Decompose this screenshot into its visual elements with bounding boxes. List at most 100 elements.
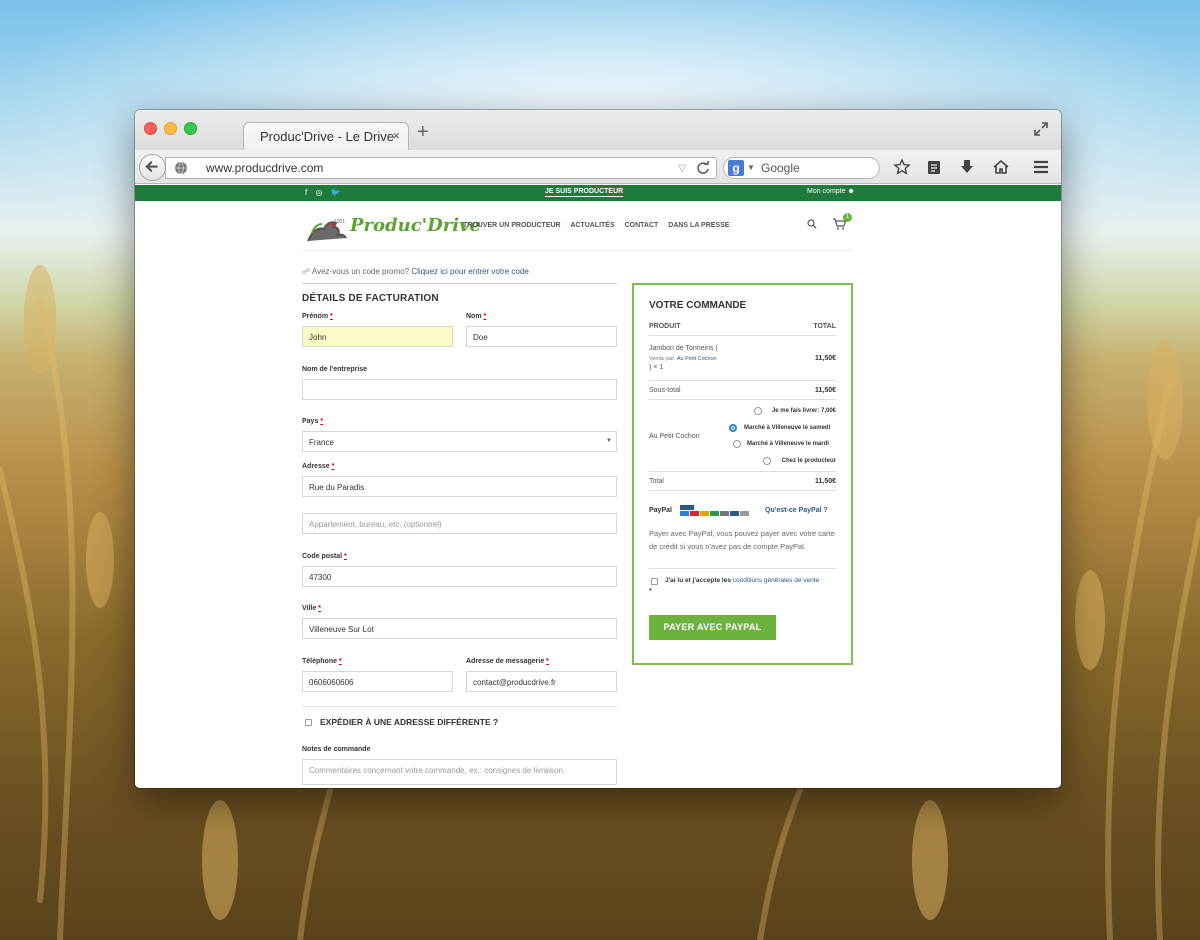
country-label: Pays * [302,418,324,425]
promo-text: Avez-vous un code promo? [311,267,410,276]
title-bar: Produc'Drive - Le Drive × + [135,110,1061,150]
google-icon[interactable]: g [728,160,744,176]
total-label: Total [649,478,664,485]
site-header: 1001 Produc'Drive TROUVER UN PRODUCTEUR … [302,201,853,251]
promo-code-link[interactable]: Cliquez ici pour entrer votre code [411,267,528,276]
order-summary: VOTRE COMMANDE PRODUIT TOTAL Jambon de T… [632,283,853,665]
phone-field[interactable]: 0606060606 [302,671,453,692]
shipping-option-tuesday[interactable]: Marché à Villeneuve le mardi [747,441,829,447]
address-field[interactable]: Rue du Paradis [302,476,617,497]
back-button[interactable] [139,154,166,181]
paypal-cards-icon [680,505,749,516]
rooster-logo-icon[interactable] [304,211,356,245]
download-icon[interactable] [958,158,976,176]
cart-count-badge: 1 [843,213,852,222]
last-name-label: Nom * [466,313,487,320]
shipping-option-producer[interactable]: Chez le producteur [782,458,836,464]
search-placeholder: Google [761,161,800,175]
fullscreen-icon[interactable] [1033,121,1049,137]
tab-close-icon[interactable]: × [392,128,400,143]
bookmark-star-icon[interactable] [893,158,911,176]
terms-label[interactable]: J'ai lu et j'accepte les conditions géné… [665,577,819,584]
address-label: Adresse * [302,463,335,470]
social-icons[interactable]: f ◎ 🐦 [305,188,344,197]
order-title: VOTRE COMMANDE [649,300,747,311]
divider [649,568,836,569]
subtotal-label: Sous-total [649,387,681,394]
city-label: Ville * [302,605,321,612]
history-dropdown-icon[interactable]: ▽ [678,163,686,174]
phone-label: Téléphone * [302,658,342,665]
divider [649,471,836,472]
zoom-window-button[interactable] [184,122,197,135]
country-value: France [309,438,334,447]
search-bar[interactable]: g ▼ Google [723,157,880,179]
payment-method-label: PayPal [649,507,672,514]
postcode-label: Code postal * [302,553,347,560]
terms-link[interactable]: conditions générales de vente [733,577,819,584]
site-topbar: f ◎ 🐦 JE SUIS PRODUCTEUR Mon compte ☻ [135,185,1061,201]
paypal-description: Payer avec PayPal, vous pouvez payer ave… [649,529,835,551]
what-is-paypal-link[interactable]: Qu'est-ce PayPal ? [765,507,828,514]
divider [302,283,617,284]
product-total: 11,50€ [814,355,836,362]
company-label: Nom de l'entreprise [302,366,368,373]
nav-press[interactable]: DANS LA PRESSE [668,222,729,229]
globe-icon [175,161,187,175]
address2-field[interactable]: Appartement, bureau, etc. (optionnel) [302,513,617,534]
main-navigation: TROUVER UN PRODUCTEUR ACTUALITÉS CONTACT… [463,222,737,229]
user-icon: ☻ [847,188,855,195]
order-notes-field[interactable]: Commentaires concernant votre commande, … [302,759,617,785]
shipping-option-tuesday-radio[interactable] [733,440,741,448]
product-qty: ) × 1 [649,364,664,371]
close-window-button[interactable] [144,122,157,135]
search-icon[interactable] [807,219,817,229]
pay-with-paypal-button[interactable]: PAYER AVEC PAYPAL [649,615,776,640]
site-logo[interactable]: Produc'Drive [350,215,481,236]
col-product: PRODUIT [649,323,681,330]
engine-dropdown-icon[interactable]: ▼ [747,163,755,172]
new-tab-button[interactable]: + [417,122,429,142]
ship-different-checkbox[interactable] [305,719,312,726]
menu-icon[interactable] [1032,158,1050,176]
postcode-field[interactable]: 47300 [302,566,617,587]
url-bar[interactable]: www.producdrive.com ▽ [165,157,717,179]
chevron-down-icon: ▼ [606,438,612,444]
nav-find-producer[interactable]: TROUVER UN PRODUCTEUR [463,222,561,229]
reading-list-icon[interactable] [925,158,943,176]
first-name-field[interactable]: John [302,326,453,347]
country-select[interactable]: France ▼ [302,431,617,452]
producer-link[interactable]: JE SUIS PRODUCTEUR [545,188,624,197]
divider [302,706,617,707]
browser-tab[interactable]: Produc'Drive - Le Drive × [243,122,409,150]
vendor-link[interactable]: Au Petit Cochon [677,356,717,362]
divider [649,399,836,400]
shipping-option-saturday-radio[interactable] [729,424,737,432]
last-name-field[interactable]: Doe [466,326,617,347]
ship-different-label[interactable]: EXPÉDIER À UNE ADRESSE DIFFÉRENTE ? [320,717,498,727]
nav-news[interactable]: ACTUALITÉS [570,222,614,229]
tag-icon: ☍ [302,267,311,276]
logo-tagline: 1001 [334,219,346,225]
home-icon[interactable] [992,158,1010,176]
company-field[interactable] [302,379,617,400]
shipping-option-saturday[interactable]: Marché à Villeneuve le samedi [744,425,830,431]
account-link[interactable]: Mon compte ☻ [807,188,855,195]
divider [649,490,836,491]
city-field[interactable]: Villeneuve Sur Lot [302,618,617,639]
subtotal-value: 11,50€ [814,387,836,394]
shipping-option-delivery[interactable]: Je me fais livrer: 7,00€ [772,408,836,414]
shipping-option-producer-radio[interactable] [763,457,771,465]
shipping-option-delivery-radio[interactable] [754,407,762,415]
terms-checkbox[interactable] [651,578,658,585]
nav-contact[interactable]: CONTACT [625,222,659,229]
promo-notice: ☍ Avez-vous un code promo? Cliquez ici p… [302,267,529,276]
col-total: TOTAL [813,323,836,330]
account-link-label: Mon compte [807,188,846,195]
divider [649,380,836,381]
url-text: www.producdrive.com [206,161,324,175]
minimize-window-button[interactable] [164,122,177,135]
reload-icon[interactable] [696,161,710,175]
billing-title: DÉTAILS DE FACTURATION [302,293,439,304]
email-field[interactable]: contact@producdrive.fr [466,671,617,692]
